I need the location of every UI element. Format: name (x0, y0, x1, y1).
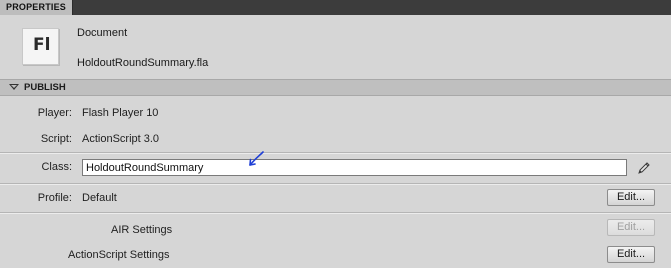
publish-section-title: PUBLISH (24, 82, 66, 93)
profile-label: Profile: (37, 192, 72, 204)
profile-edit-button[interactable]: Edit... (607, 189, 655, 206)
air-settings-edit-button[interactable]: Edit... (607, 219, 655, 236)
publish-section-header[interactable]: PUBLISH (0, 79, 671, 96)
pencil-edit-icon[interactable] (636, 160, 652, 176)
tab-properties[interactable]: PROPERTIES (0, 0, 73, 15)
player-value: Flash Player 10 (82, 107, 159, 119)
player-label: Player: (37, 107, 72, 119)
document-type-label: Document (77, 27, 128, 39)
flash-file-icon: Fl (22, 28, 59, 65)
class-input[interactable] (82, 159, 627, 176)
profile-value: Default (82, 192, 117, 204)
divider (0, 183, 671, 185)
class-label: Class: (41, 161, 72, 173)
collapse-triangle-icon[interactable] (9, 84, 19, 90)
flash-file-icon-text: Fl (33, 35, 51, 55)
air-settings-label: AIR Settings (111, 224, 173, 236)
actionscript-settings-label: ActionScript Settings (68, 249, 170, 261)
divider (0, 152, 671, 154)
actionscript-settings-edit-button[interactable]: Edit... (607, 246, 655, 263)
document-filename: HoldoutRoundSummary.fla (77, 57, 209, 69)
script-value: ActionScript 3.0 (82, 133, 160, 145)
panel-tab-bar: PROPERTIES (0, 0, 671, 15)
script-label: Script: (40, 133, 72, 145)
annotation-arrow-icon (249, 151, 264, 166)
divider (0, 212, 671, 214)
